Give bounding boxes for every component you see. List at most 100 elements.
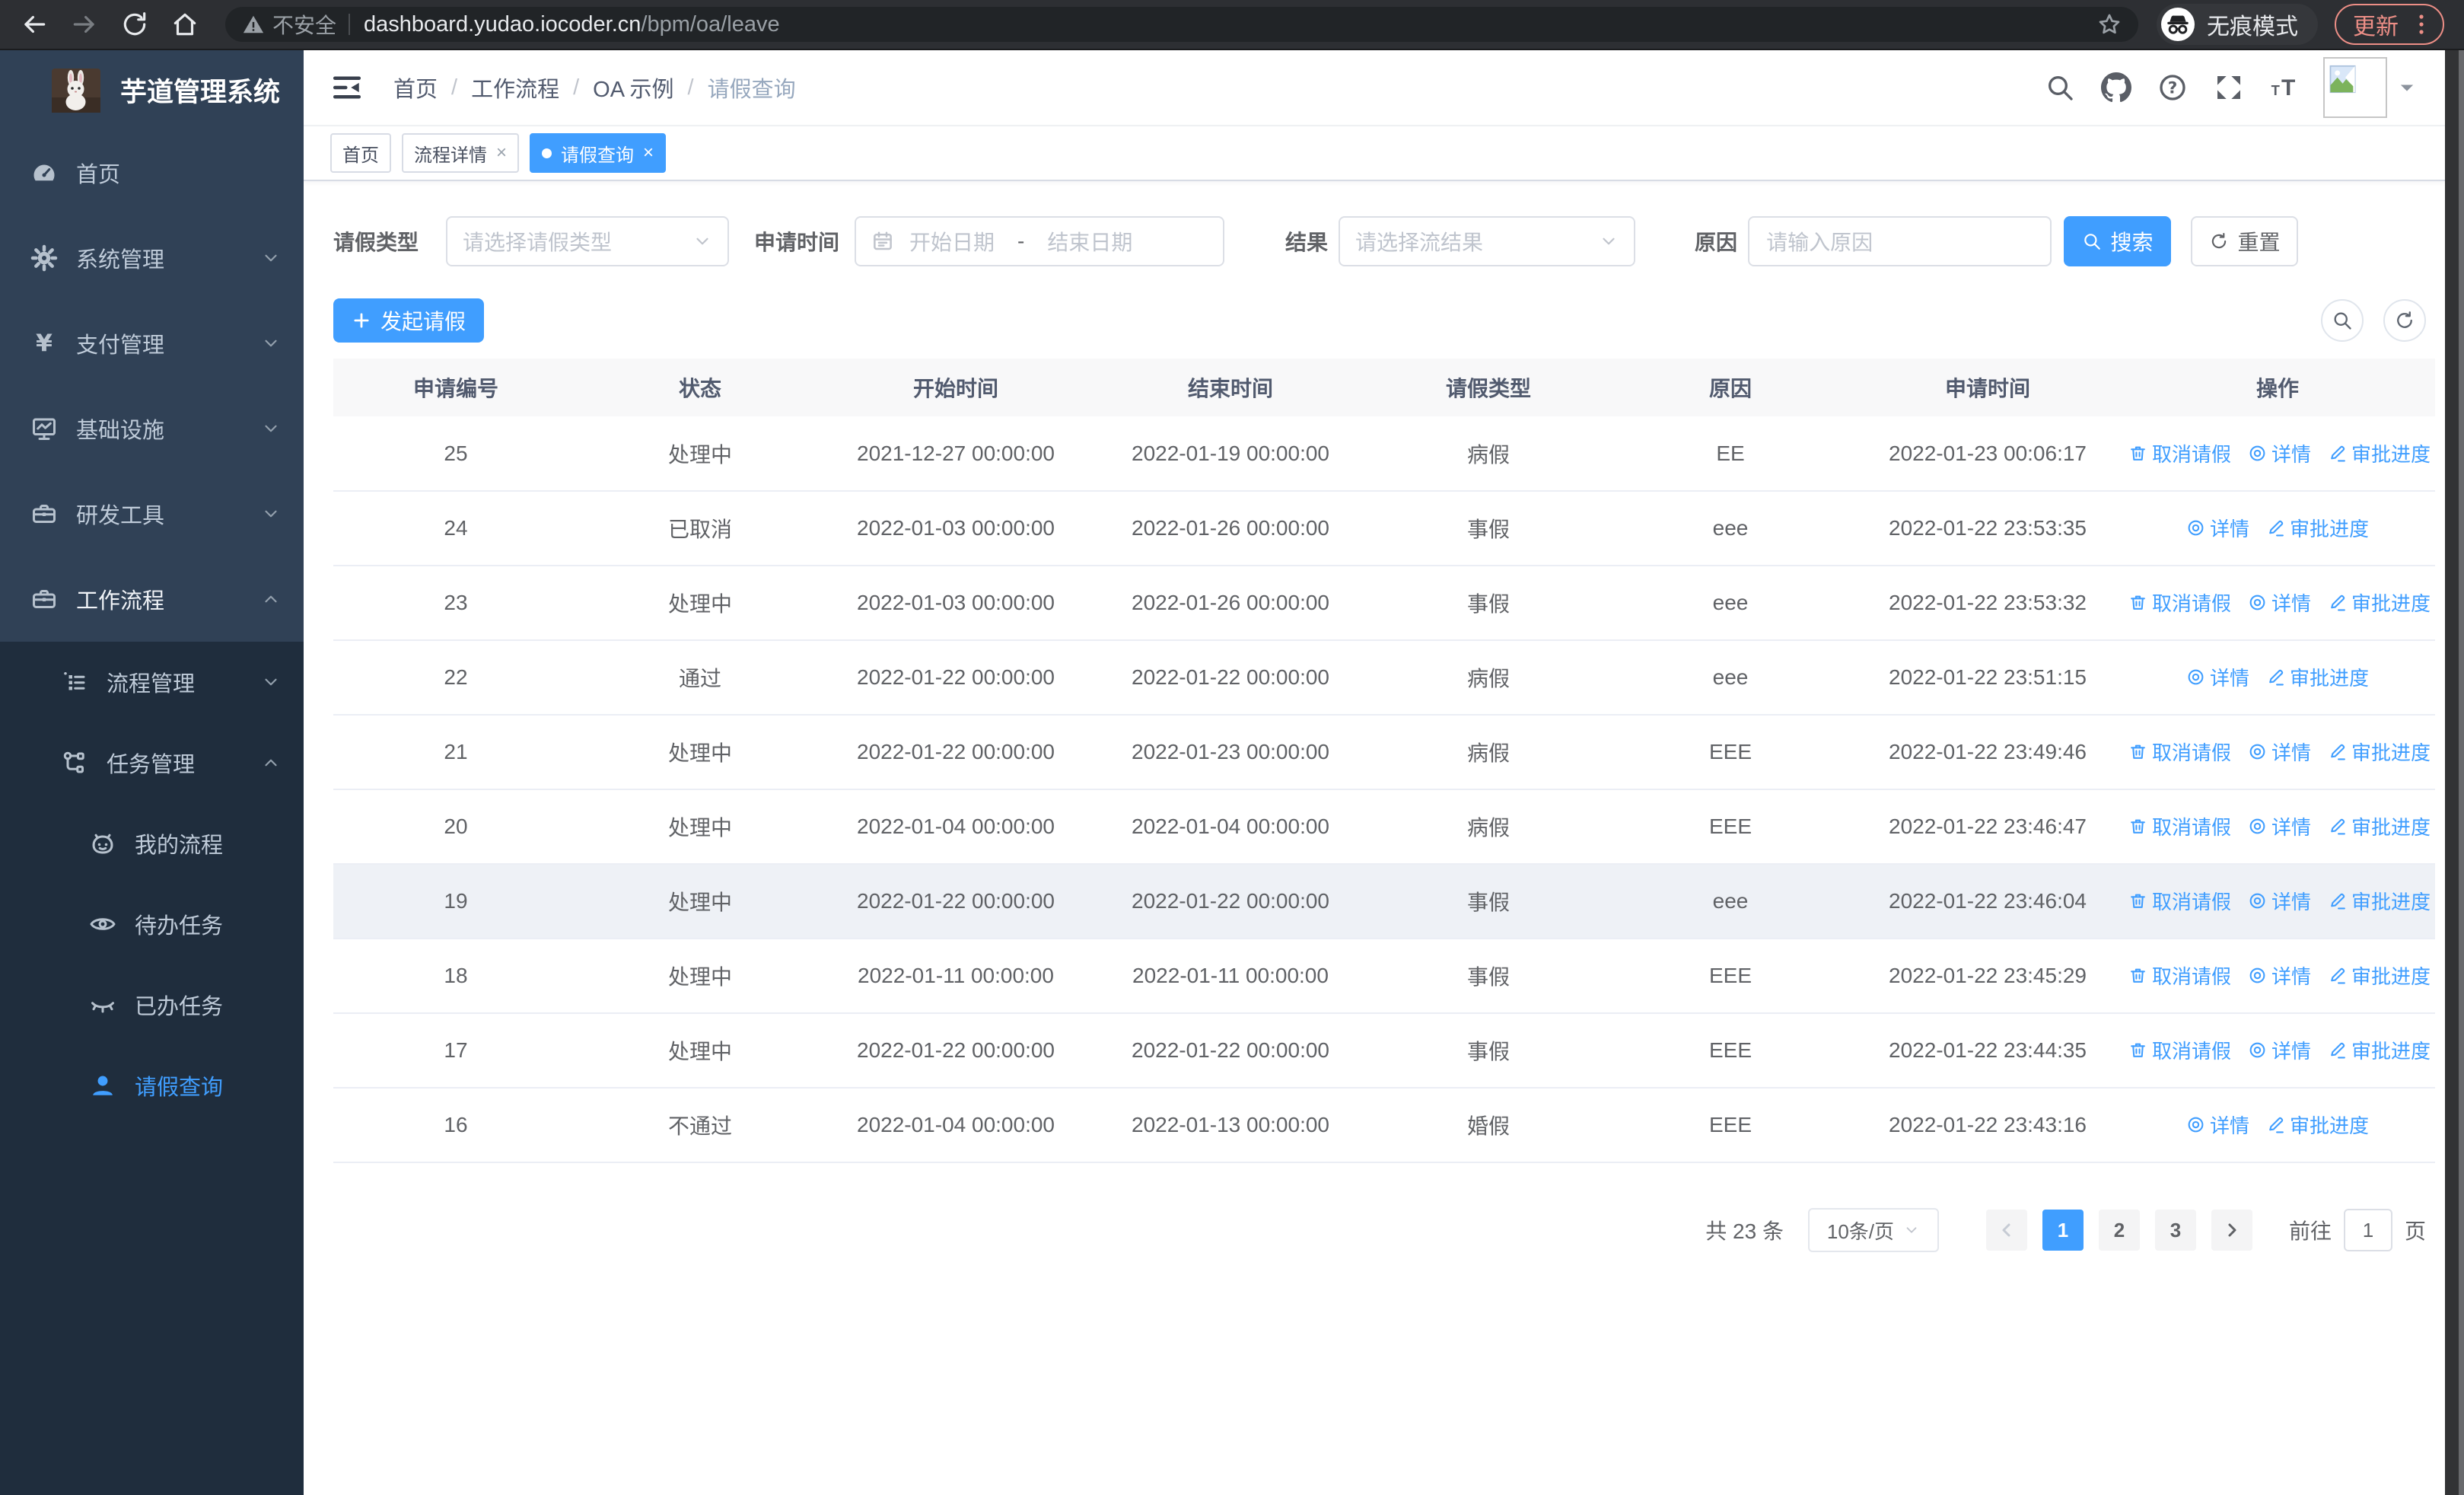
refresh-icon	[2394, 310, 2415, 331]
edit-icon	[2328, 817, 2347, 836]
detail-link[interactable]: 详情	[2248, 439, 2311, 467]
help-icon[interactable]: ?	[2157, 72, 2188, 103]
breadcrumb-item-1[interactable]: 工作流程	[471, 72, 559, 104]
cancel-leave-link[interactable]: 取消请假	[2128, 439, 2231, 467]
edit-icon	[2328, 593, 2347, 612]
view-icon	[2248, 891, 2267, 910]
table-refresh-button[interactable]	[2383, 299, 2426, 342]
next-page-button[interactable]	[2211, 1210, 2252, 1251]
cell-actions: 取消请假 详情 审批进度	[2120, 1013, 2435, 1089]
reload-icon[interactable]	[120, 10, 149, 39]
tab-0[interactable]: 首页	[330, 133, 391, 173]
sidebar-item-1[interactable]: 系统管理	[0, 215, 304, 301]
create-leave-button[interactable]: 发起请假	[333, 298, 485, 343]
sidebar-item-9[interactable]: 待办任务	[0, 884, 304, 964]
view-icon	[2248, 742, 2267, 761]
detail-link[interactable]: 详情	[2186, 514, 2249, 542]
cancel-leave-link[interactable]: 取消请假	[2128, 738, 2231, 766]
sidebar-item-3[interactable]: 基础设施	[0, 386, 304, 471]
reason-input[interactable]: 请输入原因	[1748, 216, 2052, 266]
forward-icon[interactable]	[70, 10, 99, 39]
breadcrumb-item-2[interactable]: OA 示例	[593, 72, 673, 104]
detail-link[interactable]: 详情	[2248, 961, 2311, 990]
progress-link[interactable]: 审批进度	[2328, 1036, 2431, 1064]
result-select[interactable]: 请选择流结果	[1339, 216, 1636, 266]
cell-apply_time: 2022-01-22 23:49:46	[1855, 715, 2120, 790]
progress-link-label: 审批进度	[2351, 741, 2431, 764]
goto-page-input[interactable]: 1	[2343, 1209, 2392, 1251]
page-button-1[interactable]: 1	[2042, 1210, 2084, 1251]
kebab-menu-icon[interactable]	[2412, 13, 2431, 36]
font-size-icon[interactable]: TT	[2270, 72, 2300, 103]
tab-1[interactable]: 流程详情 ×	[402, 133, 520, 173]
apply-time-range-picker[interactable]: 开始日期 - 结束日期	[855, 216, 1225, 266]
reset-button[interactable]: 重置	[2191, 216, 2299, 266]
close-icon[interactable]: ×	[496, 142, 507, 164]
fullscreen-icon[interactable]	[2214, 72, 2244, 103]
prev-page-button[interactable]	[1985, 1210, 2027, 1251]
cancel-leave-link[interactable]: 取消请假	[2128, 588, 2231, 617]
detail-link[interactable]: 详情	[2248, 588, 2311, 617]
logo[interactable]: 芋道管理系统	[0, 50, 304, 130]
cancel-leave-link[interactable]: 取消请假	[2128, 812, 2231, 840]
sidebar-item-11[interactable]: 请假查询	[0, 1045, 304, 1126]
cancel-leave-link[interactable]: 取消请假	[2128, 1036, 2231, 1064]
chevron-up-icon	[261, 589, 281, 609]
collapse-sidebar-icon[interactable]	[331, 72, 363, 104]
cancel-leave-link[interactable]: 取消请假	[2128, 887, 2231, 915]
sidebar-item-label: 研发工具	[76, 504, 165, 528]
progress-link[interactable]: 审批进度	[2266, 663, 2369, 691]
breadcrumb-item-0[interactable]: 首页	[393, 72, 438, 104]
detail-link[interactable]: 详情	[2248, 887, 2311, 915]
column-header: 申请时间	[1855, 359, 2120, 416]
column-header: 结束时间	[1090, 359, 1371, 416]
page-button-3[interactable]: 3	[2154, 1210, 2196, 1251]
url-bar[interactable]: 不安全 dashboard.yudao.iocoder.cn/bpm/oa/le…	[225, 7, 2138, 42]
detail-link[interactable]: 详情	[2186, 663, 2249, 691]
sidebar-item-5[interactable]: 工作流程	[0, 556, 304, 642]
progress-link[interactable]: 审批进度	[2328, 439, 2431, 467]
cell-start: 2022-01-11 00:00:00	[822, 939, 1090, 1014]
progress-link[interactable]: 审批进度	[2328, 887, 2431, 915]
detail-link[interactable]: 详情	[2248, 812, 2311, 840]
cell-apply_time: 2022-01-22 23:51:15	[1855, 640, 2120, 716]
cancel-leave-link-label: 取消请假	[2152, 965, 2232, 988]
sidebar-item-0[interactable]: 首页	[0, 130, 304, 215]
detail-link[interactable]: 详情	[2248, 738, 2311, 766]
delete-icon	[2128, 1041, 2147, 1060]
progress-link[interactable]: 审批进度	[2266, 1111, 2369, 1139]
yen-icon: ¥	[30, 330, 58, 358]
table-search-button[interactable]	[2321, 299, 2364, 342]
search-icon[interactable]	[2045, 72, 2075, 103]
cell-end: 2022-01-23 00:00:00	[1090, 715, 1371, 790]
sidebar-item-7[interactable]: 任务管理	[0, 722, 304, 803]
home-icon[interactable]	[170, 10, 199, 39]
progress-link[interactable]: 审批进度	[2266, 514, 2369, 542]
page-size-select[interactable]: 10条/页	[1807, 1208, 1939, 1252]
update-button[interactable]: 更新	[2335, 4, 2444, 45]
table-tools	[2321, 299, 2426, 342]
back-icon[interactable]	[20, 10, 49, 39]
search-button[interactable]: 搜索	[2064, 216, 2172, 266]
progress-link[interactable]: 审批进度	[2328, 961, 2431, 990]
progress-link[interactable]: 审批进度	[2328, 812, 2431, 840]
sidebar-item-4[interactable]: 研发工具	[0, 471, 304, 556]
github-icon[interactable]	[2101, 72, 2131, 103]
detail-link[interactable]: 详情	[2248, 1036, 2311, 1064]
tab-2[interactable]: 请假查询 ×	[530, 133, 667, 173]
close-icon[interactable]: ×	[643, 142, 654, 164]
avatar[interactable]	[2323, 57, 2387, 118]
sidebar-item-10[interactable]: 已办任务	[0, 964, 304, 1045]
cancel-leave-link[interactable]: 取消请假	[2128, 961, 2231, 990]
leave-type-select[interactable]: 请选择请假类型	[446, 216, 730, 266]
view-icon	[2248, 593, 2267, 612]
sidebar-item-2[interactable]: ¥ 支付管理	[0, 301, 304, 386]
bookmark-star-icon[interactable]	[2097, 12, 2122, 37]
progress-link[interactable]: 审批进度	[2328, 738, 2431, 766]
caret-down-icon[interactable]	[2396, 77, 2418, 98]
page-button-2[interactable]: 2	[2098, 1210, 2140, 1251]
progress-link[interactable]: 审批进度	[2328, 588, 2431, 617]
detail-link[interactable]: 详情	[2186, 1111, 2249, 1139]
sidebar-item-8[interactable]: 我的流程	[0, 803, 304, 884]
sidebar-item-6[interactable]: 流程管理	[0, 642, 304, 722]
